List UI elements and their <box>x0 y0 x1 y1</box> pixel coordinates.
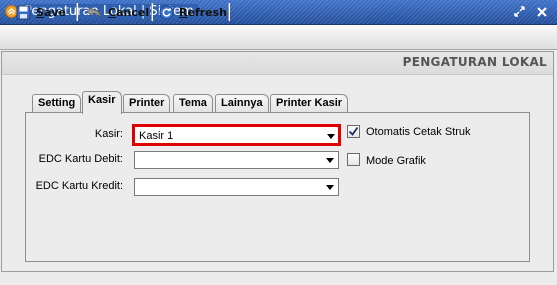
auto-print-label[interactable]: Otomatis Cetak Struk <box>366 126 471 138</box>
toolbar <box>0 25 557 50</box>
save-label: Save <box>36 5 66 19</box>
undo-arrow-icon <box>86 5 102 18</box>
close-button[interactable] <box>533 3 550 20</box>
chevron-down-icon <box>326 185 334 190</box>
floppy-disk-icon <box>16 5 31 19</box>
panel-title: PENGATURAN LOKAL <box>402 55 547 69</box>
kasir-select[interactable]: Kasir 1 <box>132 124 341 146</box>
close-icon <box>536 6 547 17</box>
tab-kasir[interactable]: Kasir <box>82 91 122 114</box>
restore-icon <box>514 6 525 17</box>
cancel-button[interactable]: Cancel <box>86 2 155 22</box>
toolbar-separator <box>151 3 153 21</box>
refresh-label: Refresh <box>179 5 227 19</box>
toolbar-separator <box>76 3 78 21</box>
toolbar-separator <box>228 3 230 21</box>
refresh-icon <box>159 4 174 20</box>
chevron-down-icon <box>326 158 334 163</box>
tab-lainnya[interactable]: Lainnya <box>215 94 269 112</box>
chevron-down-icon <box>327 134 335 139</box>
refresh-button[interactable]: Refresh <box>159 2 233 22</box>
graphic-mode-label[interactable]: Mode Grafik <box>366 155 426 167</box>
cancel-label: Cancel <box>108 5 150 19</box>
restore-button[interactable] <box>511 3 528 20</box>
edc-kredit-label: EDC Kartu Kredit: <box>35 180 123 192</box>
save-button[interactable]: Save <box>16 2 72 22</box>
edc-debit-label: EDC Kartu Debit: <box>38 153 123 165</box>
auto-print-checkbox[interactable] <box>347 125 360 138</box>
checkmark-icon <box>348 126 359 136</box>
graphic-mode-checkbox[interactable] <box>347 153 360 166</box>
tab-setting[interactable]: Setting <box>32 94 82 112</box>
tab-printer-kasir[interactable]: Printer Kasir <box>270 94 349 112</box>
edc-kredit-select[interactable] <box>134 178 339 196</box>
tab-printer[interactable]: Printer <box>123 94 171 112</box>
edc-debit-select[interactable] <box>134 151 339 169</box>
kasir-value: Kasir 1 <box>139 130 174 142</box>
tab-tema[interactable]: Tema <box>173 94 213 112</box>
kasir-label: Kasir: <box>94 128 123 140</box>
